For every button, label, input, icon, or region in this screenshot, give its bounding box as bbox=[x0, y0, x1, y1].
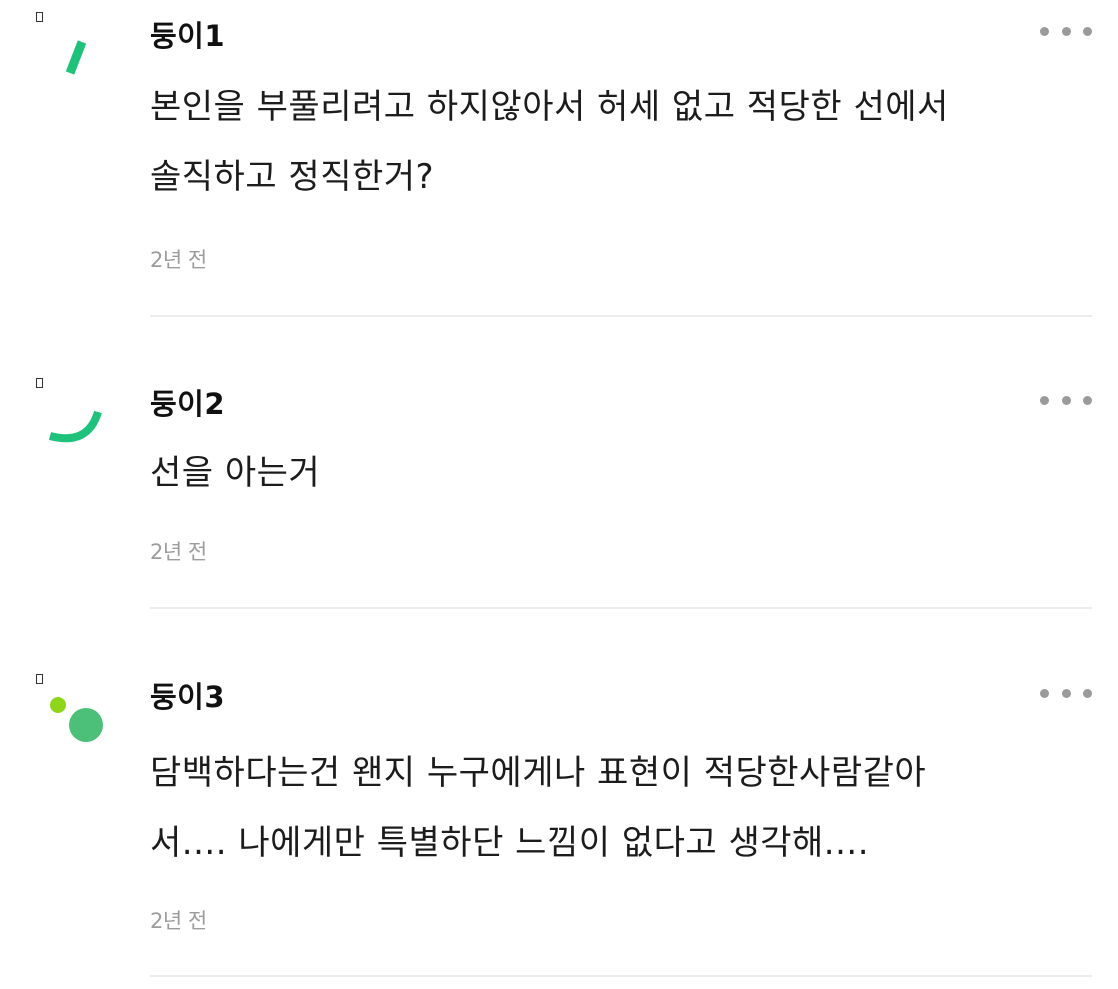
comment-body-line: 서.... 나에게만 특별하단 느낌이 없다고 생각해.... bbox=[150, 823, 870, 863]
comment-body-line: 선을 아는거 bbox=[150, 453, 321, 493]
comment-divider bbox=[150, 975, 1092, 977]
avatar[interactable] bbox=[30, 28, 120, 118]
more-options-button[interactable] bbox=[1040, 393, 1092, 407]
green-slash-avatar-icon bbox=[65, 40, 87, 75]
comment-time: 2년 전 bbox=[150, 909, 207, 933]
more-dot bbox=[1083, 688, 1092, 698]
comment-time: 2년 전 bbox=[150, 248, 207, 272]
comment-author[interactable]: 둥이3 bbox=[150, 674, 225, 716]
comment-author[interactable]: 둥이1 bbox=[150, 13, 225, 55]
green-arc-avatar-icon bbox=[48, 410, 102, 443]
more-options-button[interactable] bbox=[1040, 686, 1092, 700]
comment-body-line: 본인을 부풀리려고 하지않아서 허세 없고 적당한 선에서 bbox=[150, 87, 949, 127]
comment-divider bbox=[150, 315, 1092, 317]
comment-time: 2년 전 bbox=[150, 540, 207, 564]
more-dot bbox=[1061, 688, 1071, 698]
avatar[interactable] bbox=[30, 390, 120, 480]
profile-badge-icon bbox=[36, 378, 43, 388]
comment-body: 선을 아는거 bbox=[150, 438, 1100, 508]
comment-body-line: 담백하다는건 왠지 누구에게나 표현이 적당한사람같아 bbox=[150, 753, 927, 793]
more-dot bbox=[1061, 26, 1071, 36]
more-dot bbox=[1083, 395, 1092, 405]
profile-badge-icon bbox=[36, 12, 43, 22]
more-dot bbox=[1061, 395, 1071, 405]
more-options-button[interactable] bbox=[1040, 24, 1092, 38]
green-dots-avatar-icon bbox=[50, 697, 103, 742]
avatar[interactable] bbox=[30, 680, 120, 770]
comment-author[interactable]: 둥이2 bbox=[150, 381, 225, 423]
more-dot bbox=[1040, 395, 1049, 405]
comment-body: 담백하다는건 왠지 누구에게나 표현이 적당한사람같아 서.... 나에게만 특… bbox=[150, 738, 1100, 878]
comment-divider bbox=[150, 607, 1092, 609]
comment-body: 본인을 부풀리려고 하지않아서 허세 없고 적당한 선에서 솔직하고 정직한거? bbox=[150, 72, 1100, 212]
more-dot bbox=[1083, 26, 1092, 36]
more-dot bbox=[1040, 26, 1049, 36]
comment-body-line: 솔직하고 정직한거? bbox=[150, 157, 435, 197]
more-dot bbox=[1040, 688, 1049, 698]
